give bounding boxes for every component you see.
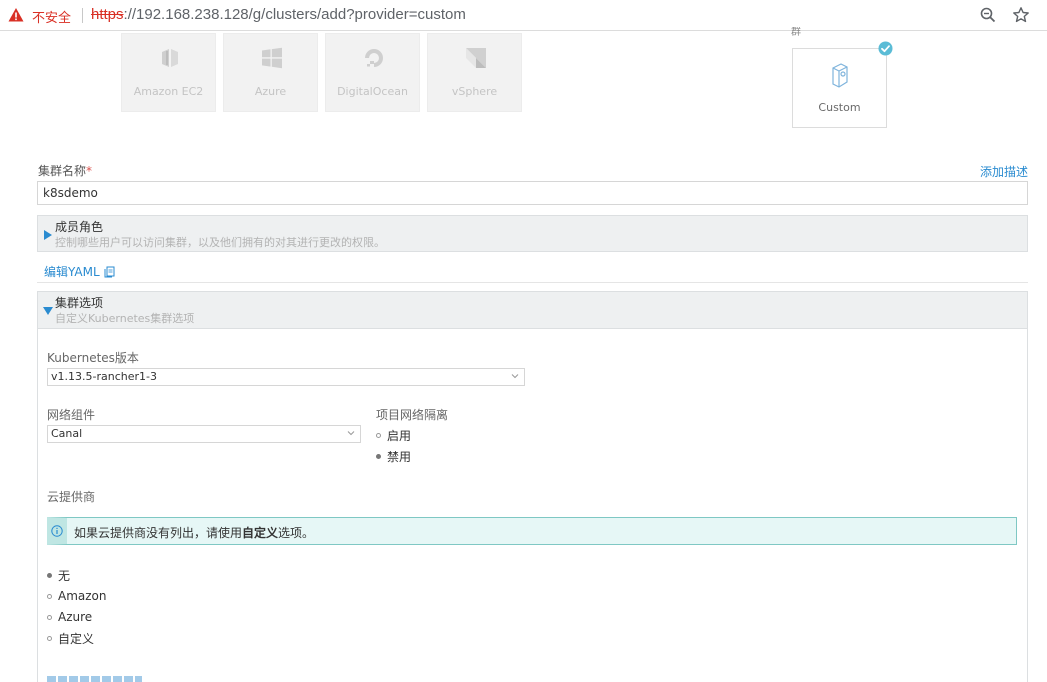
isolation-enable-radio[interactable]: 启用 — [376, 427, 411, 444]
cut-off-link-fragment — [47, 676, 142, 682]
custom-node-icon — [832, 63, 848, 88]
provider-label: Amazon EC2 — [133, 85, 204, 98]
url-scheme: https — [91, 6, 124, 23]
radio-dot — [47, 614, 52, 620]
expand-right-icon — [44, 230, 52, 240]
radio-label: Azure — [58, 610, 93, 624]
network-provider-select[interactable]: Canal — [47, 425, 361, 443]
members-accordion[interactable]: 成员角色 控制哪些用户可以访问集群，以及他们拥有的对其进行更改的权限。 — [37, 215, 1028, 252]
radio-label: 无 — [58, 569, 71, 583]
k8s-version-label: Kubernetes版本 — [47, 351, 139, 365]
provider-tile-vsphere[interactable]: vSphere — [427, 33, 522, 112]
vsphere-icon — [466, 48, 486, 68]
radio-label: 启用 — [387, 429, 412, 443]
address-divider — [82, 8, 83, 23]
provider-tile-custom[interactable]: Custom — [792, 48, 887, 128]
isolation-disable-radio[interactable]: 禁用 — [376, 448, 411, 465]
provider-tile-digitalocean[interactable]: DigitalOcean — [325, 33, 420, 112]
radio-dot — [376, 454, 381, 459]
k8s-version-select[interactable]: v1.13.5-rancher1-3 — [47, 368, 525, 386]
cloud-provider-label: 云提供商 — [47, 490, 96, 504]
section-divider — [37, 282, 1028, 283]
security-status[interactable]: 不安全 — [32, 7, 71, 26]
digitalocean-icon — [365, 49, 383, 67]
edit-yaml-label: 编辑YAML — [44, 265, 100, 279]
info-icon — [51, 525, 63, 537]
network-isolation-label: 项目网络隔离 — [376, 408, 449, 422]
copy-icon — [104, 266, 115, 277]
k8s-version-value: v1.13.5-rancher1-3 — [51, 370, 157, 383]
chevron-down-icon — [511, 374, 519, 379]
info-message: 如果云提供商没有列出，请使用自定义选项。 — [74, 524, 314, 541]
bookmark-star-icon[interactable] — [1012, 6, 1030, 24]
cluster-options-accordion[interactable]: 集群选项 自定义Kubernetes集群选项 — [37, 291, 1028, 329]
provider-label: Custom — [818, 101, 861, 114]
cluster-options-title: 集群选项 — [55, 296, 104, 310]
info-banner: 如果云提供商没有列出，请使用自定义选项。 — [47, 517, 1017, 545]
info-bold: 自定义 — [242, 526, 279, 540]
amazon-ec2-icon — [162, 49, 178, 67]
provider-label: Azure — [254, 85, 287, 98]
cluster-options-subtitle: 自定义Kubernetes集群选项 — [55, 312, 195, 325]
radio-label: 自定义 — [58, 632, 95, 646]
network-provider-value: Canal — [51, 427, 83, 440]
cloud-provider-azure-radio[interactable]: Azure — [47, 610, 92, 624]
expand-down-icon — [43, 307, 53, 315]
warning-icon[interactable] — [8, 7, 24, 23]
provider-label: vSphere — [451, 85, 498, 98]
url-path: ://192.168.238.128/g/clusters/add?provid… — [123, 6, 466, 23]
radio-label: Amazon — [58, 589, 107, 603]
provider-label: DigitalOcean — [337, 85, 408, 98]
info-suffix: 选项。 — [278, 526, 315, 540]
radio-label: 禁用 — [387, 450, 412, 464]
network-provider-label: 网络组件 — [47, 408, 96, 422]
provider-tile-amazon-ec2[interactable]: Amazon EC2 — [121, 33, 216, 112]
radio-dot — [47, 636, 52, 641]
cluster-name-input[interactable]: k8sdemo — [37, 181, 1028, 205]
azure-windows-icon — [262, 47, 282, 69]
custom-group-label: 群 — [791, 27, 801, 37]
cluster-name-label: 集群名称* — [38, 162, 92, 179]
info-prefix: 如果云提供商没有列出，请使用 — [74, 526, 243, 540]
required-mark: * — [86, 164, 93, 178]
provider-tile-azure[interactable]: Azure — [223, 33, 318, 112]
cut-off-link — [47, 676, 147, 682]
cloud-provider-custom-radio[interactable]: 自定义 — [47, 630, 94, 647]
edit-yaml-link[interactable]: 编辑YAML — [44, 263, 116, 280]
members-title: 成员角色 — [55, 220, 104, 234]
browser-address-bar: 不安全 https://192.168.238.128/g/clusters/a… — [0, 0, 1047, 31]
radio-dot — [47, 593, 52, 599]
chevron-down-icon — [347, 431, 355, 436]
radio-dot — [47, 573, 52, 578]
cluster-name-label-text: 集群名称 — [38, 164, 87, 178]
selected-check-icon — [878, 41, 893, 56]
cloud-provider-none-radio[interactable]: 无 — [47, 567, 70, 584]
cloud-provider-amazon-radio[interactable]: Amazon — [47, 589, 107, 603]
url-field[interactable]: https://192.168.238.128/g/clusters/add?p… — [91, 6, 466, 23]
radio-dot — [376, 433, 381, 438]
members-subtitle: 控制哪些用户可以访问集群，以及他们拥有的对其进行更改的权限。 — [55, 236, 385, 249]
add-description-link[interactable]: 添加描述 — [980, 163, 1028, 180]
zoom-icon[interactable] — [979, 6, 997, 24]
